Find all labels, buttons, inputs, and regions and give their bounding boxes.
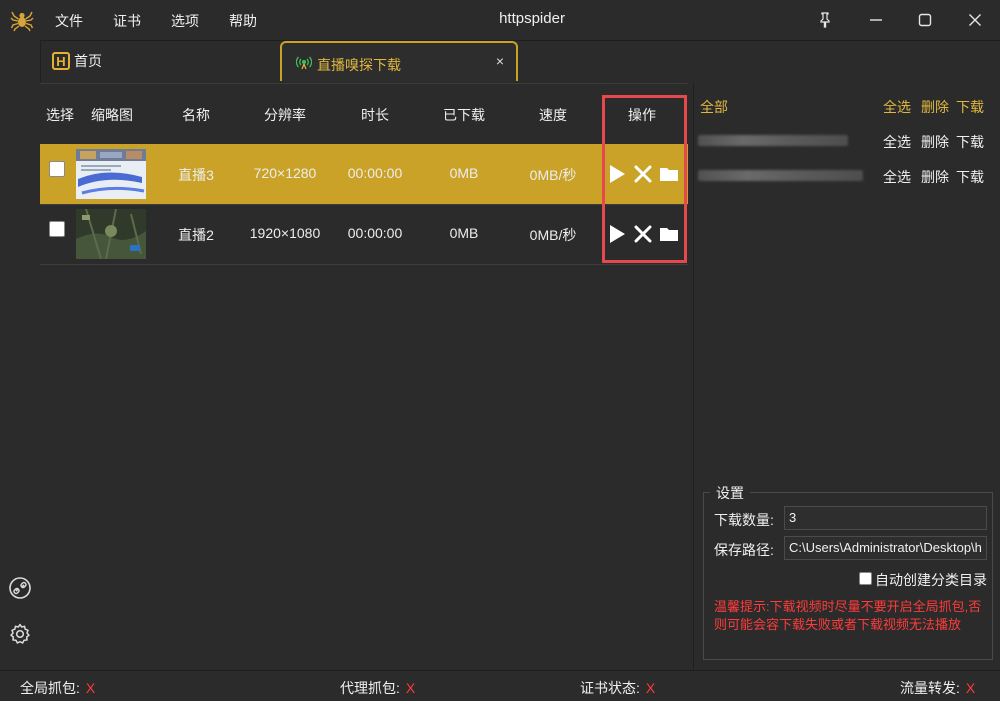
folder-icon[interactable]	[658, 223, 680, 245]
save-path-input[interactable]: C:\Users\Administrator\Desktop\h	[784, 536, 987, 560]
download-count-input[interactable]: 3	[784, 506, 987, 530]
menu-file[interactable]: 文件	[55, 11, 83, 31]
link-icon[interactable]	[8, 576, 32, 600]
menu-options[interactable]: 选项	[171, 11, 199, 31]
table-row[interactable]: 直播3 720×1280 00:00:00 0MB 0MB/秒	[40, 144, 688, 205]
proxy-capture-off-mark: X	[405, 680, 416, 696]
download-table: 选择 缩略图 名称 分辨率 时长 已下载 速度 操作 直播3 720×1280	[40, 83, 688, 671]
status-cert: 证书状态: X	[580, 680, 656, 696]
col-resolution: 分辨率	[264, 107, 306, 123]
select-all-button[interactable]: 全选	[883, 97, 911, 117]
window-title: httpspider	[499, 10, 565, 27]
delete-button[interactable]: 删除	[921, 97, 949, 117]
row-checkbox[interactable]	[49, 161, 65, 177]
status-global-capture: 全局抓包: X	[20, 680, 96, 696]
row-name: 直播3	[178, 167, 214, 183]
close-icon[interactable]	[632, 223, 654, 245]
row-duration: 00:00:00	[347, 225, 403, 241]
row-resolution: 720×1280	[253, 165, 317, 181]
maximize-button[interactable]	[913, 8, 937, 32]
maximize-icon	[918, 13, 932, 27]
row-downloaded: 0MB	[449, 225, 479, 241]
tab-bar: H 首页 直播嗅探下载 ×	[40, 40, 1000, 82]
play-icon[interactable]	[606, 163, 628, 185]
thumbnail-image	[76, 149, 146, 199]
menu-help[interactable]: 帮助	[229, 11, 257, 31]
status-traffic-forward: 流量转发: X	[900, 680, 976, 696]
download-count-label: 下载数量:	[714, 512, 774, 528]
auto-dir-checkbox[interactable]	[859, 572, 872, 585]
row-actions	[606, 163, 682, 185]
col-downloaded: 已下载	[443, 107, 485, 123]
row-speed: 0MB/秒	[529, 167, 577, 183]
tab-close-icon[interactable]: ×	[496, 53, 504, 69]
delete-button[interactable]: 删除	[921, 167, 949, 187]
col-select: 选择	[46, 107, 74, 123]
table-header: 选择 缩略图 名称 分辨率 时长 已下载 速度 操作	[40, 84, 688, 144]
col-name: 名称	[182, 107, 210, 123]
folder-icon[interactable]	[658, 163, 680, 185]
download-button[interactable]: 下载	[956, 132, 984, 152]
play-icon[interactable]	[606, 223, 628, 245]
category-name: 全部	[700, 99, 728, 115]
minimize-icon	[870, 19, 882, 21]
settings-gear-icon[interactable]	[8, 622, 32, 646]
home-h-icon: H	[52, 52, 70, 70]
col-duration: 时长	[361, 107, 389, 123]
pin-icon	[820, 12, 830, 28]
global-capture-off-mark: X	[85, 680, 96, 696]
row-resolution: 1920×1080	[249, 225, 321, 241]
tab-active-label: 直播嗅探下载	[317, 57, 401, 73]
traffic-forward-off-mark: X	[965, 680, 976, 696]
minimize-button[interactable]	[864, 8, 888, 32]
category-row[interactable]: 全选 删除 下载	[694, 163, 1000, 187]
broadcast-icon	[296, 56, 312, 70]
auto-dir-label: 自动创建分类目录	[875, 572, 987, 588]
left-rail	[0, 40, 41, 670]
row-checkbox[interactable]	[49, 221, 65, 237]
spider-logo-icon	[10, 11, 34, 32]
col-thumbnail: 缩略图	[91, 107, 133, 123]
row-downloaded: 0MB	[449, 165, 479, 181]
tab-live-sniff-download[interactable]: 直播嗅探下载 ×	[280, 41, 518, 81]
select-all-button[interactable]: 全选	[883, 167, 911, 187]
col-speed: 速度	[539, 107, 567, 123]
col-actions: 操作	[628, 107, 656, 123]
category-row[interactable]: 全选 删除 下载	[694, 128, 1000, 152]
status-proxy-capture: 代理抓包: X	[340, 680, 416, 696]
redacted-category-name	[698, 170, 863, 181]
warning-text: 温馨提示:下载视频时尽量不要开启全局抓包,否则可能会容下载失败或者下载视频无法播…	[714, 599, 982, 632]
save-path-label: 保存路径:	[714, 542, 774, 558]
category-row-all[interactable]: 全部 全选 删除 下载	[694, 93, 1000, 117]
close-window-button[interactable]	[963, 8, 987, 32]
row-actions	[606, 223, 682, 245]
row-name: 直播2	[178, 227, 214, 243]
thumbnail-image	[76, 209, 146, 259]
row-duration: 00:00:00	[347, 165, 403, 181]
settings-legend: 设置	[710, 483, 750, 503]
tab-home[interactable]: H 首页	[52, 50, 102, 72]
redacted-category-name	[698, 135, 848, 146]
pin-button[interactable]	[813, 8, 837, 32]
delete-button[interactable]: 删除	[921, 132, 949, 152]
close-icon	[969, 14, 981, 26]
download-button[interactable]: 下载	[956, 97, 984, 117]
cert-status-off-mark: X	[645, 680, 656, 696]
select-all-button[interactable]: 全选	[883, 132, 911, 152]
status-bar: 全局抓包: X 代理抓包: X 证书状态: X 流量转发: X	[0, 670, 1000, 701]
menu-certificate[interactable]: 证书	[113, 11, 141, 31]
close-icon[interactable]	[632, 163, 654, 185]
title-bar: 文件 证书 选项 帮助 httpspider	[0, 0, 1000, 41]
download-button[interactable]: 下载	[956, 167, 984, 187]
tab-home-label: 首页	[74, 53, 102, 69]
row-speed: 0MB/秒	[529, 227, 577, 243]
table-row[interactable]: 直播2 1920×1080 00:00:00 0MB 0MB/秒	[40, 204, 688, 265]
